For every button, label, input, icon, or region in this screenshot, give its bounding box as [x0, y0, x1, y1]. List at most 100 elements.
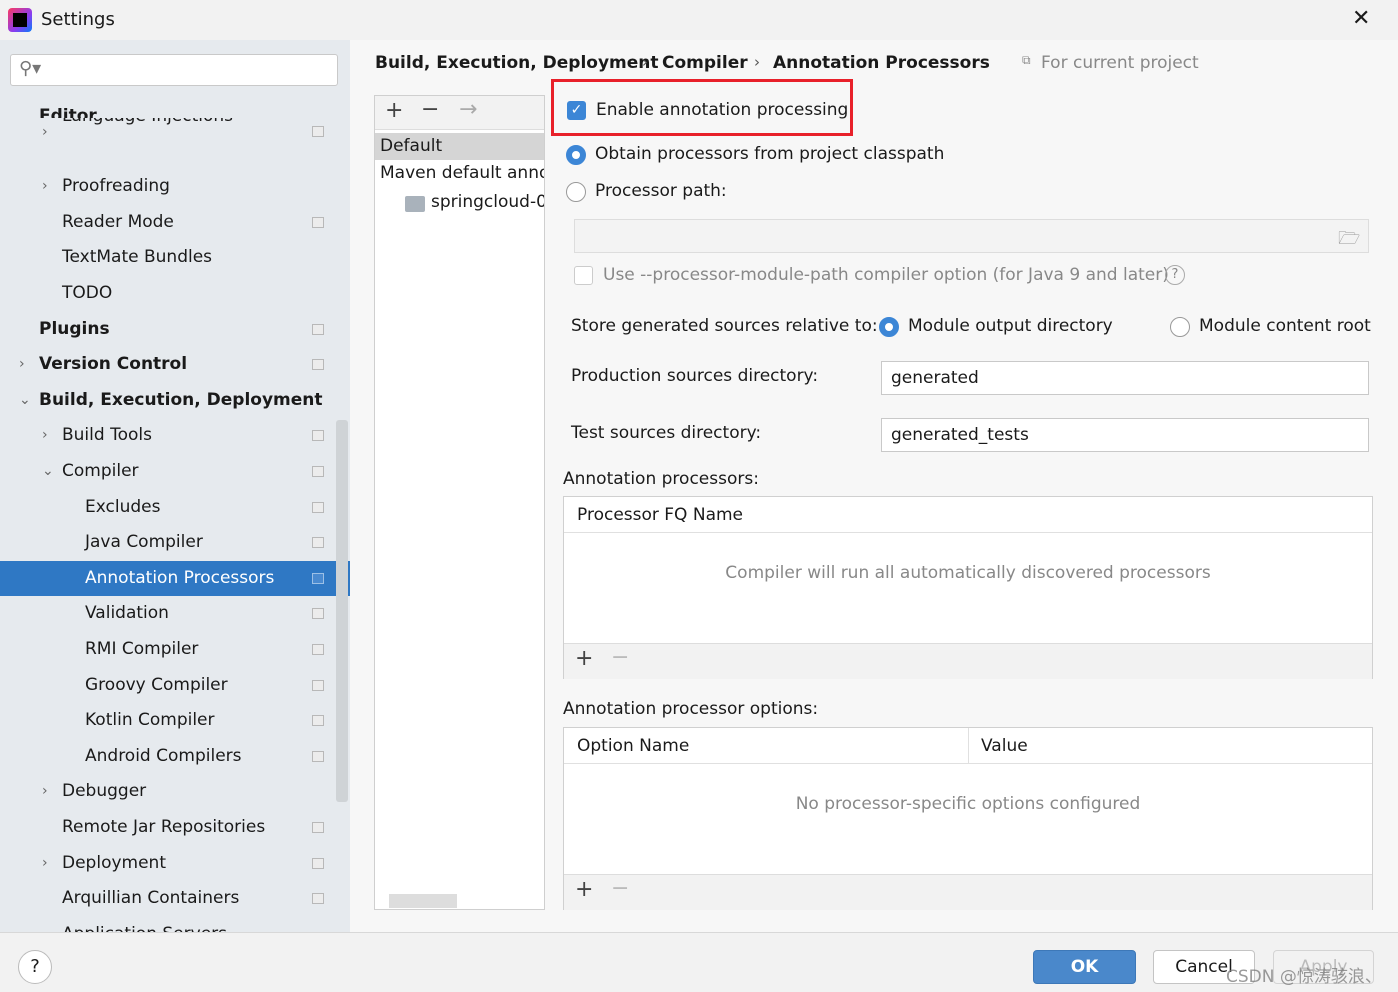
chevron-right-icon[interactable]: ›: [42, 418, 48, 453]
breadcrumb-item[interactable]: Compiler: [662, 53, 748, 73]
profile-item-maven[interactable]: Maven default anno: [380, 163, 544, 183]
tree-item[interactable]: ⌄ Build, Execution, Deployment: [0, 383, 350, 418]
options-table: Option Name Value No processor-specific …: [563, 727, 1373, 910]
project-scope-icon: [312, 857, 324, 869]
folder-open-icon[interactable]: 🗁: [1338, 226, 1360, 256]
project-scope-icon: [312, 466, 324, 477]
processor-path-radio[interactable]: [566, 182, 586, 202]
module-path-checkbox[interactable]: [574, 266, 593, 285]
chevron-down-icon[interactable]: ⌄: [42, 454, 54, 489]
project-scope-icon: [312, 750, 324, 762]
help-icon[interactable]: ?: [1165, 265, 1185, 285]
tree-item[interactable]: Android Compilers: [0, 739, 350, 774]
prod-dir-input[interactable]: generated: [881, 361, 1369, 395]
project-scope-icon: [312, 430, 324, 442]
tree-item-label: Debugger: [62, 781, 147, 802]
module-content-label: Module content root: [1199, 316, 1371, 336]
tree-item[interactable]: Validation: [0, 596, 350, 631]
remove-icon[interactable]: −: [421, 97, 439, 122]
options-toolbar: + −: [564, 874, 1372, 910]
column-header[interactable]: Value: [969, 728, 1372, 764]
watermark: CSDN @惊涛骇浪、: [1226, 967, 1382, 987]
add-icon[interactable]: +: [575, 877, 593, 902]
project-scope-icon: [312, 822, 324, 833]
tree-item[interactable]: TextMate Bundles: [0, 240, 350, 275]
remove-icon[interactable]: −: [611, 876, 629, 901]
tree-item-label: Plugins: [39, 318, 110, 339]
title-bar: [0, 0, 1398, 40]
tree-item[interactable]: Remote Jar Repositories: [0, 810, 350, 845]
search-input[interactable]: ⚲▾: [10, 54, 338, 86]
tree-item[interactable]: Java Compiler: [0, 525, 350, 560]
enable-annotation-label: Enable annotation processing: [596, 100, 849, 120]
tree-item[interactable]: › Build Tools: [0, 418, 350, 453]
tree-item[interactable]: RMI Compiler: [0, 632, 350, 667]
chevron-right-icon: ›: [642, 53, 648, 71]
tree-item[interactable]: Excludes: [0, 490, 350, 525]
processor-path-input[interactable]: [574, 219, 1369, 253]
module-path-label: Use --processor-module-path compiler opt…: [603, 265, 1169, 285]
processors-toolbar: + −: [564, 643, 1372, 679]
project-scope-icon: [312, 216, 324, 228]
profile-item-default[interactable]: Default: [375, 133, 544, 160]
tree-item-label: Compiler: [62, 461, 139, 481]
column-header[interactable]: Option Name: [564, 728, 969, 764]
chevron-right-icon[interactable]: ›: [42, 846, 48, 881]
tree-item[interactable]: Reader Mode: [0, 205, 350, 240]
tree-item[interactable]: › Version Control: [0, 347, 350, 382]
tree-item-label: Editor: [39, 106, 97, 118]
tree-item[interactable]: TODO: [0, 276, 350, 311]
window-title: Settings: [41, 9, 115, 30]
profile-item-module[interactable]: springcloud-0: [431, 192, 544, 212]
project-scope-icon: [312, 572, 324, 584]
tree-item[interactable]: Groovy Compiler: [0, 668, 350, 703]
tree-item[interactable]: › Debugger: [0, 774, 350, 809]
add-icon[interactable]: +: [575, 646, 593, 671]
tree-item[interactable]: Arquillian Containers: [0, 881, 350, 916]
tree-item-label: Proofreading: [62, 176, 170, 197]
remove-icon[interactable]: −: [611, 645, 629, 670]
ok-button[interactable]: OK: [1033, 950, 1136, 984]
column-header[interactable]: Processor FQ Name: [564, 497, 1372, 533]
profiles-toolbar: + − →: [375, 96, 544, 130]
tree-item[interactable]: Annotation Processors: [0, 560, 350, 596]
tree-item[interactable]: ⌄ Compiler: [0, 454, 350, 489]
chevron-right-icon[interactable]: ›: [42, 169, 48, 204]
module-output-radio[interactable]: [879, 317, 899, 337]
tree-item-label: Deployment: [62, 852, 166, 873]
tree-item[interactable]: Editor: [0, 98, 350, 118]
chevron-right-icon[interactable]: ›: [19, 347, 25, 382]
chevron-right-icon[interactable]: ›: [42, 774, 48, 809]
project-scope-icon: [312, 893, 324, 905]
project-scope-icon: [312, 608, 324, 620]
obtain-classpath-radio[interactable]: [566, 145, 586, 165]
help-button[interactable]: ?: [18, 950, 52, 984]
tree-item-label: Version Control: [39, 354, 188, 375]
tree-item-label: RMI Compiler: [85, 639, 199, 659]
tree-item[interactable]: Kotlin Compiler: [0, 703, 350, 738]
project-scope-icon: [312, 126, 324, 137]
tree-item[interactable]: Plugins: [0, 312, 350, 347]
enable-annotation-checkbox[interactable]: ✓: [567, 101, 586, 120]
tree-item-label: TODO: [62, 283, 113, 303]
add-icon[interactable]: +: [385, 98, 403, 123]
breadcrumb-item[interactable]: Build, Execution, Deployment: [375, 53, 659, 73]
empty-text: Compiler will run all automatically disc…: [725, 563, 1211, 583]
tree-item-label: Kotlin Compiler: [85, 710, 215, 731]
move-arrow-icon[interactable]: →: [459, 97, 477, 122]
search-icon: ⚲▾: [19, 58, 42, 79]
module-output-label: Module output directory: [908, 316, 1113, 336]
tree-item[interactable]: › Proofreading: [0, 169, 350, 204]
processors-title: Annotation processors:: [563, 469, 759, 489]
project-scope-icon: [312, 501, 324, 513]
chevron-down-icon[interactable]: ⌄: [19, 383, 31, 418]
profiles-scrollbar[interactable]: [389, 894, 457, 908]
tree-item-label: Validation: [85, 603, 169, 624]
tree-item[interactable]: › Deployment: [0, 846, 350, 881]
options-title: Annotation processor options:: [563, 699, 819, 719]
close-icon[interactable]: ✕: [1352, 6, 1370, 31]
project-scope-icon: [312, 715, 324, 727]
module-content-radio[interactable]: [1170, 317, 1190, 337]
test-dir-input[interactable]: generated_tests: [881, 418, 1369, 452]
sidebar-scrollbar[interactable]: [336, 420, 348, 802]
